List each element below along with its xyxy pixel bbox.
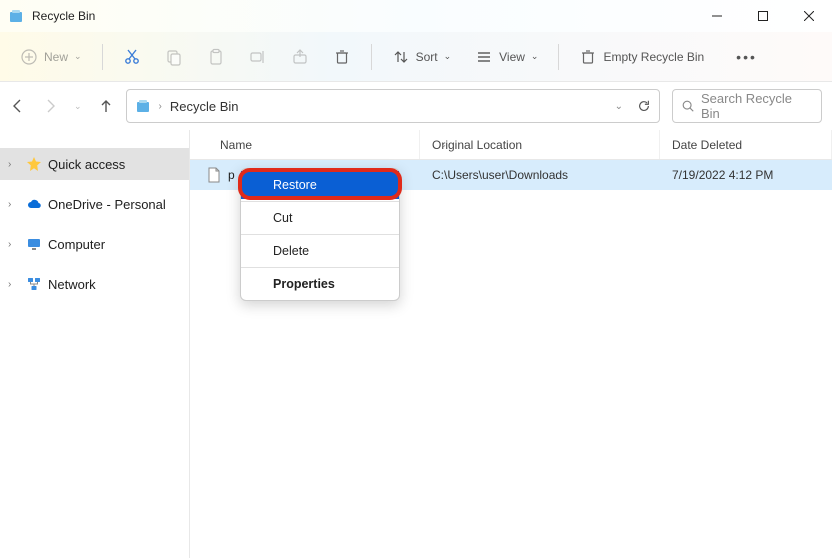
up-button[interactable] xyxy=(98,98,114,114)
paste-button[interactable] xyxy=(197,40,235,74)
chevron-down-icon: ⌄ xyxy=(74,51,82,62)
sidebar-item-network[interactable]: › Network xyxy=(0,268,189,300)
scissors-icon xyxy=(123,48,141,66)
search-input[interactable]: Search Recycle Bin xyxy=(672,89,822,123)
address-bar[interactable]: › Recycle Bin ⌄ xyxy=(126,89,660,123)
empty-label: Empty Recycle Bin xyxy=(603,50,704,64)
share-icon xyxy=(291,48,309,66)
column-original-location[interactable]: Original Location xyxy=(420,130,660,159)
back-button[interactable] xyxy=(10,98,26,114)
more-icon: ••• xyxy=(736,49,757,65)
view-label: View xyxy=(499,50,525,64)
sort-button[interactable]: Sort ⌄ xyxy=(382,40,462,74)
view-icon xyxy=(475,48,493,66)
sidebar-label-network: Network xyxy=(48,277,96,292)
recycle-bin-app-icon xyxy=(8,8,24,24)
file-date: 7/19/2022 4:12 PM xyxy=(660,168,832,182)
context-cut[interactable]: Cut xyxy=(241,204,399,232)
breadcrumb-root[interactable]: Recycle Bin xyxy=(170,99,239,114)
chevron-right-icon: › xyxy=(8,159,20,170)
column-name[interactable]: Name ⌄ xyxy=(190,130,420,159)
file-location: C:\Users\user\Downloads xyxy=(420,168,660,182)
sort-indicator-icon: ⌄ xyxy=(440,140,447,149)
sidebar-label-quick: Quick access xyxy=(48,157,125,172)
sort-icon xyxy=(392,48,410,66)
chevron-down-icon: ⌄ xyxy=(531,51,539,62)
chevron-right-icon: › xyxy=(8,239,20,250)
clipboard-icon xyxy=(207,48,225,66)
chevron-right-icon: › xyxy=(8,199,20,210)
recycle-bin-icon xyxy=(135,98,151,114)
context-delete[interactable]: Delete xyxy=(241,237,399,265)
sidebar-item-quick-access[interactable]: › Quick access xyxy=(0,148,189,180)
cloud-icon xyxy=(26,196,42,212)
new-label: New xyxy=(44,50,68,64)
address-dropdown-icon[interactable]: ⌄ xyxy=(615,101,623,112)
title-bar: Recycle Bin xyxy=(0,0,832,32)
empty-recycle-bin-button[interactable]: Empty Recycle Bin xyxy=(569,40,714,74)
sidebar: › Quick access › OneDrive - Personal › C… xyxy=(0,130,190,558)
forward-button[interactable] xyxy=(42,98,58,114)
sidebar-item-onedrive[interactable]: › OneDrive - Personal xyxy=(0,188,189,220)
view-button[interactable]: View ⌄ xyxy=(465,40,548,74)
search-icon xyxy=(681,99,695,113)
file-icon xyxy=(206,167,222,183)
rename-button[interactable] xyxy=(239,40,277,74)
network-icon xyxy=(26,276,42,292)
column-date-deleted[interactable]: Date Deleted xyxy=(660,130,832,159)
trash-icon xyxy=(579,48,597,66)
cut-button[interactable] xyxy=(113,40,151,74)
trash-icon xyxy=(333,48,351,66)
sort-label: Sort xyxy=(416,50,438,64)
column-headers: Name ⌄ Original Location Date Deleted xyxy=(190,130,832,160)
star-icon xyxy=(26,156,42,172)
maximize-button[interactable] xyxy=(740,0,786,32)
breadcrumb-separator-icon: › xyxy=(159,101,162,112)
close-button[interactable] xyxy=(786,0,832,32)
refresh-button[interactable] xyxy=(637,99,651,113)
share-button[interactable] xyxy=(281,40,319,74)
sidebar-label-computer: Computer xyxy=(48,237,105,252)
file-name: p xyxy=(228,168,235,182)
plus-circle-icon xyxy=(20,48,38,66)
sidebar-item-computer[interactable]: › Computer xyxy=(0,228,189,260)
chevron-down-icon: ⌄ xyxy=(444,51,452,62)
delete-button[interactable] xyxy=(323,40,361,74)
window-title: Recycle Bin xyxy=(32,9,694,23)
context-menu: Restore Cut Delete Properties xyxy=(240,168,400,301)
sidebar-label-onedrive: OneDrive - Personal xyxy=(48,197,166,212)
monitor-icon xyxy=(26,236,42,252)
search-placeholder: Search Recycle Bin xyxy=(701,91,813,121)
copy-icon xyxy=(165,48,183,66)
more-button[interactable]: ••• xyxy=(726,40,767,74)
context-restore[interactable]: Restore xyxy=(241,171,399,199)
minimize-button[interactable] xyxy=(694,0,740,32)
chevron-right-icon: › xyxy=(8,279,20,290)
history-dropdown[interactable]: ⌄ xyxy=(74,101,82,112)
nav-bar: ⌄ › Recycle Bin ⌄ Search Recycle Bin xyxy=(0,82,832,130)
context-properties[interactable]: Properties xyxy=(241,270,399,298)
rename-icon xyxy=(249,48,267,66)
copy-button[interactable] xyxy=(155,40,193,74)
toolbar: New ⌄ Sort ⌄ View ⌄ Empty Recycle Bin ••… xyxy=(0,32,832,82)
new-button[interactable]: New ⌄ xyxy=(10,40,92,74)
